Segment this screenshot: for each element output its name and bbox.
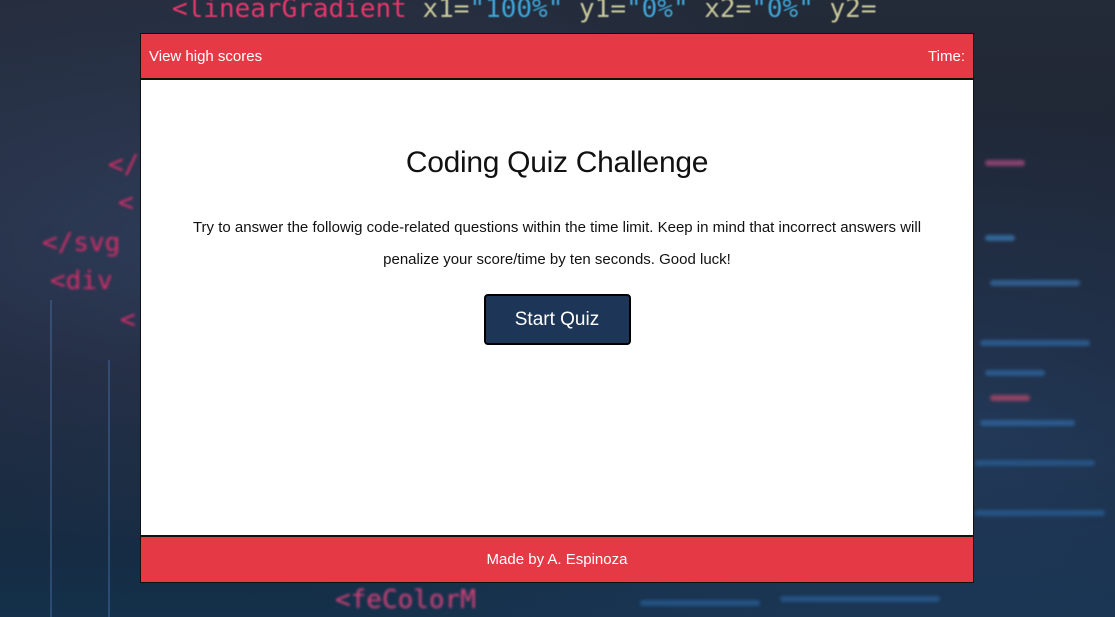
bg-code-bar <box>985 370 1045 376</box>
bg-code-line-7: <feColorM <box>335 585 476 615</box>
view-high-scores-link[interactable]: View high scores <box>149 48 262 65</box>
bg-code-bar <box>975 460 1095 466</box>
start-quiz-button[interactable]: Start Quiz <box>483 294 631 345</box>
bg-code-line-5: <div <box>50 266 113 296</box>
bg-code-line-2: </ <box>108 150 140 180</box>
bg-code-bar <box>990 395 1030 401</box>
footer-credit: Made by A. Espinoza <box>486 551 628 568</box>
bg-code-bar <box>780 596 940 602</box>
bg-code-line-4: </svg <box>42 228 121 258</box>
bg-guide-line <box>50 300 52 617</box>
intro-text: Try to answer the followig code-related … <box>192 219 922 268</box>
bg-code-bar <box>980 340 1090 346</box>
bg-code-bar <box>975 510 1105 516</box>
bg-code-bar <box>980 420 1075 426</box>
main-content: Coding Quiz Challenge Try to answer the … <box>141 80 973 535</box>
bg-code-line-1: <linearGradient x1="100%" y1="0%" x2="0%… <box>172 0 877 24</box>
bg-code-line-6: < <box>120 305 136 335</box>
quiz-app-window: View high scores Time: Coding Quiz Chall… <box>140 33 974 583</box>
bg-guide-line <box>108 360 110 617</box>
header-bar: View high scores Time: <box>141 34 973 80</box>
timer-label: Time: <box>928 47 965 65</box>
bg-code-bar <box>640 600 760 606</box>
bg-code-bar <box>990 280 1080 286</box>
page-title: Coding Quiz Challenge <box>405 146 709 179</box>
footer-bar: Made by A. Espinoza <box>141 535 973 582</box>
bg-code-line-3: < <box>118 188 134 218</box>
bg-code-bar <box>985 235 1015 241</box>
bg-code-bar <box>985 160 1025 166</box>
